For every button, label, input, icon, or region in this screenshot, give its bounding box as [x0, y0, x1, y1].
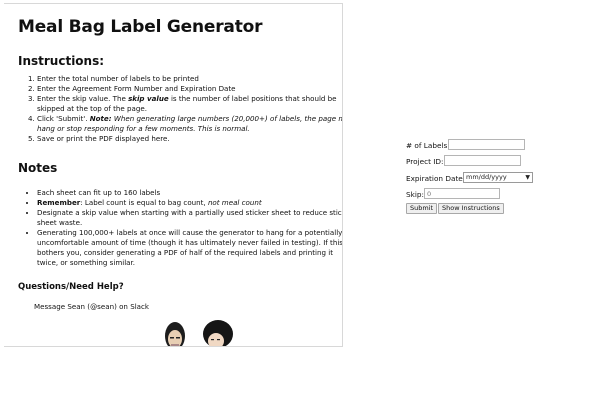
note-4: Generating 100,000+ labels at once will … — [37, 228, 342, 268]
note-3: Designate a skip value when starting wit… — [37, 208, 342, 228]
note-2: Remember: Label count is equal to bag co… — [37, 198, 342, 208]
help-heading: Questions/Need Help? — [18, 282, 124, 292]
note-1: Each sheet can fit up to 160 labels — [37, 188, 342, 198]
project-id-input[interactable] — [444, 155, 521, 166]
instruction-step-2: Enter the Agreement Form Number and Expi… — [37, 84, 342, 94]
dropdown-caret-icon: ▼ — [525, 174, 530, 181]
instruction-step-5: Save or print the PDF displayed here. — [37, 134, 342, 144]
instructions-panel: Meal Bag Label Generator Instructions: E… — [4, 3, 343, 347]
instruction-step-1: Enter the total number of labels to be p… — [37, 74, 342, 84]
page-title: Meal Bag Label Generator — [18, 17, 263, 37]
labels-label: # of Labels: — [406, 141, 450, 150]
avatar-pair — [162, 320, 234, 346]
notes-list: Each sheet can fit up to 160 labels Reme… — [18, 188, 342, 268]
instructions-heading: Instructions: — [18, 54, 105, 68]
project-label: Project ID: — [406, 157, 444, 166]
skip-label: Skip: — [406, 190, 424, 199]
instruction-step-4: Click 'Submit'. Note: When generating la… — [37, 114, 342, 134]
show-instructions-button[interactable]: Show Instructions — [438, 203, 504, 214]
avatar-right — [203, 320, 233, 346]
labels-input[interactable] — [448, 139, 525, 150]
instruction-step-3: Enter the skip value. The skip value is … — [37, 94, 342, 114]
avatar-left — [165, 322, 185, 346]
expiration-date-input[interactable]: mm/dd/yyyy ▼ — [463, 172, 533, 183]
expiration-label: Expiration Date: — [406, 174, 466, 183]
skip-input[interactable]: 0 — [424, 188, 500, 199]
instructions-list: Enter the total number of labels to be p… — [18, 74, 342, 144]
help-text: Message Sean (@sean) on Slack — [34, 302, 150, 311]
notes-heading: Notes — [18, 161, 58, 175]
submit-button[interactable]: Submit — [406, 203, 438, 214]
